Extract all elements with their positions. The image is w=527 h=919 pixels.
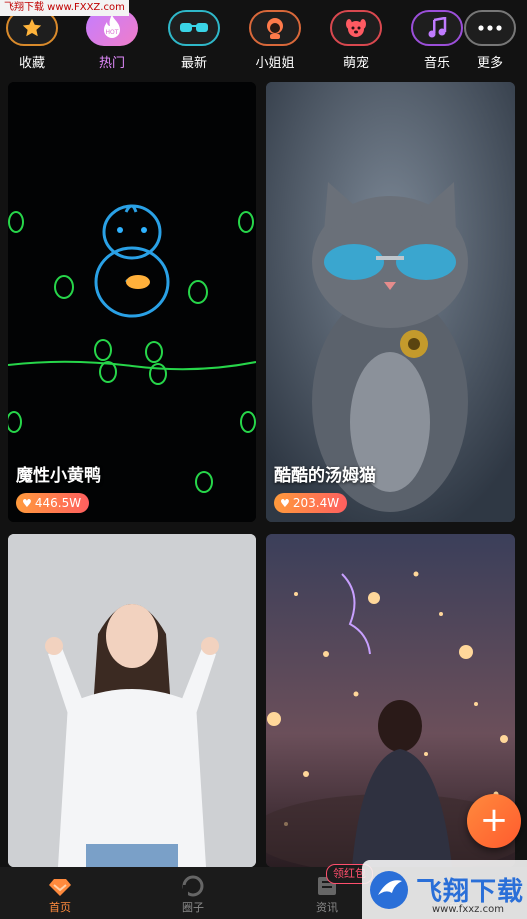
category-label: 收藏	[18, 56, 45, 71]
music-note-icon	[411, 10, 463, 46]
like-count-badge: ♥ 203.4W	[274, 493, 348, 513]
home-icon	[25, 873, 95, 899]
sunglasses-icon	[168, 10, 220, 46]
heart-icon: ♥	[22, 497, 32, 510]
watermark-top: 飞翔下载 www.FXXZ.com	[0, 0, 129, 16]
video-card[interactable]: 魔性小黄鸭 ♥ 446.5W	[8, 82, 256, 522]
card-thumbnail	[8, 534, 256, 867]
card-title: 魔性小黄鸭	[16, 466, 101, 486]
category-label: 萌宠	[342, 56, 369, 71]
category-latest[interactable]: 最新	[162, 10, 226, 74]
circle-icon	[158, 873, 228, 899]
more-dots-icon	[464, 10, 516, 46]
video-card[interactable]: 酷酷的汤姆猫 ♥ 203.4W	[266, 82, 515, 522]
video-card[interactable]	[8, 534, 256, 867]
watermark-bottom: 飞翔下载 www.fxxz.com	[362, 860, 527, 919]
card-thumbnail	[8, 82, 256, 522]
card-thumbnail	[266, 82, 515, 522]
watermark-logo-icon	[370, 870, 408, 909]
tab-label: 首页	[49, 901, 71, 914]
category-girls[interactable]: 小姐姐	[243, 10, 307, 74]
add-button[interactable]: +	[467, 794, 521, 848]
heart-icon: ♥	[280, 497, 290, 510]
category-hot[interactable]: HOT 热门	[80, 10, 144, 74]
watermark-title: 飞翔下载	[416, 877, 525, 907]
category-label: 最新	[180, 56, 207, 71]
category-label: 更多	[476, 56, 503, 71]
tab-label: 圈子	[182, 901, 204, 914]
like-count-badge: ♥ 446.5W	[16, 493, 90, 513]
girl-face-icon	[249, 10, 301, 46]
category-favorites[interactable]: 收藏	[0, 10, 64, 74]
category-label: 热门	[98, 56, 125, 71]
tab-label: 资讯	[316, 901, 338, 914]
category-more[interactable]: 更多	[458, 10, 522, 74]
watermark-url: www.fxxz.com	[432, 904, 504, 915]
tab-home[interactable]: 首页	[25, 873, 95, 915]
tab-circle[interactable]: 圈子	[158, 873, 228, 915]
svg-text:HOT: HOT	[106, 29, 119, 36]
category-label: 小姐姐	[255, 56, 295, 71]
dog-face-icon	[330, 10, 382, 46]
card-title: 酷酷的汤姆猫	[274, 466, 376, 486]
category-pets[interactable]: 萌宠	[324, 10, 388, 74]
